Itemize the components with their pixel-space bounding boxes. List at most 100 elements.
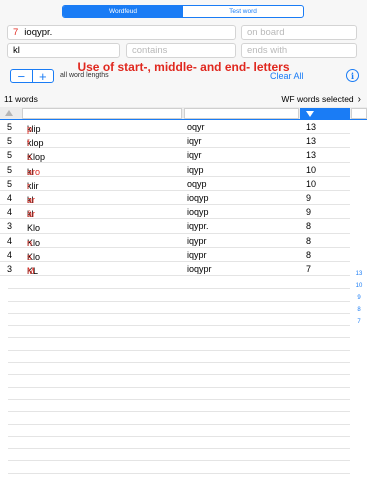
ends-with-placeholder: ends with [247, 45, 288, 56]
on-board-placeholder: on board [247, 27, 285, 38]
word-length: 3 [7, 263, 13, 274]
score-index-item[interactable]: 10 [352, 283, 366, 295]
index-header-cell [351, 108, 367, 119]
word-score: 9 [306, 207, 312, 218]
table-row[interactable]: 4 Klo n iqypr 8 [0, 234, 350, 248]
score-index-item[interactable]: 13 [352, 271, 366, 283]
table-row[interactable]: 4 kl âr ioqyp 9 [0, 205, 350, 220]
tab-wordfeud[interactable]: Wordfeud [63, 6, 183, 17]
score-sort-icon[interactable] [300, 108, 350, 119]
word-length: 4 [7, 192, 13, 203]
score-index-item[interactable]: 7 [352, 319, 366, 331]
word-score: 10 [306, 164, 317, 175]
word-length-label: all word lengths [60, 72, 109, 79]
empty-row [8, 449, 350, 462]
table-row[interactable]: 5 klip p oqyr 13 [0, 120, 350, 135]
empty-row [8, 425, 350, 437]
word-length: 5 [7, 178, 13, 189]
empty-row [8, 400, 350, 413]
starts-with-value: kl [13, 45, 20, 56]
empty-rows [8, 277, 350, 474]
word-score: 13 [306, 150, 317, 161]
remaining-letters: iqyr [187, 150, 202, 161]
remaining-letters: ioqypr [187, 263, 212, 274]
word-length: 5 [7, 122, 13, 132]
letters-input[interactable]: 7 ioqypr. [7, 25, 236, 40]
contains-input[interactable]: contains [126, 43, 236, 58]
search-panel: Wordfeud Test word 7 ioqypr. on board kl… [0, 0, 367, 107]
word-score: 8 [306, 221, 312, 232]
empty-row [8, 363, 350, 376]
rack-filter-cell[interactable] [184, 108, 299, 119]
word-score: 7 [306, 263, 312, 274]
sort-ascending-icon[interactable] [5, 110, 13, 116]
empty-row [8, 302, 350, 314]
starts-with-input[interactable]: kl [7, 43, 120, 58]
empty-row [8, 461, 350, 474]
clear-all-button[interactable]: Clear All [270, 71, 304, 81]
letters-value: ioqypr. [24, 27, 53, 38]
word-filter-cell[interactable] [22, 108, 182, 119]
word-added-letters: ar [27, 194, 36, 205]
table-row[interactable]: 3 Klo iqypr. 8 [0, 219, 350, 234]
results-summary: 11 words WF words selected › [0, 92, 367, 106]
empty-row [8, 437, 350, 450]
increase-length-button[interactable]: + [31, 70, 54, 83]
empty-row [8, 412, 350, 425]
empty-row [8, 277, 350, 290]
word-score: 8 [306, 235, 312, 246]
table-row[interactable]: 3 KL Mioqypr 7 [0, 262, 350, 277]
table-row[interactable]: 4 Klo s iqypr 8 [0, 248, 350, 262]
remaining-letters: ioqyp [187, 192, 209, 203]
word-added-letters: n [27, 237, 33, 248]
remaining-letters: ioqyp [187, 207, 209, 218]
empty-row [8, 351, 350, 364]
remaining-letters: iqypr [187, 249, 207, 260]
table-row[interactable]: 5 klir r oqyp 10 [0, 177, 350, 191]
word-length: 4 [7, 235, 13, 246]
word-score: 9 [306, 192, 312, 203]
word-count: 11 words [4, 94, 38, 104]
word-added-letters: M [27, 265, 35, 276]
table-row[interactable]: 5 kl aro iqyp 10 [0, 163, 350, 177]
word-length-stepper[interactable]: − + [10, 69, 54, 83]
info-icon[interactable]: i [346, 69, 359, 82]
score-index-item[interactable]: 9 [352, 295, 366, 307]
word-length: 4 [7, 249, 13, 260]
word-added-letters: aro [27, 166, 41, 177]
remaining-letters: iqyr [187, 136, 202, 147]
empty-row [8, 326, 350, 339]
decrease-length-button[interactable]: − [11, 70, 32, 83]
word-added-letters: âr [27, 209, 36, 220]
empty-row [8, 314, 350, 327]
empty-row [8, 375, 350, 388]
empty-row [8, 388, 350, 400]
word-prefix: Klo [27, 223, 41, 234]
table-row[interactable]: 4 kl ar ioqyp 9 [0, 191, 350, 206]
chevron-right-icon: › [357, 93, 361, 105]
word-added-letters: s [27, 251, 32, 262]
results-list: 5 klip p oqyr 13 5 klop f iqyr 13 5 Klop s iqyr 13 5 kl a… [0, 120, 350, 277]
score-index-item[interactable]: 8 [352, 307, 366, 319]
remaining-letters: oqyp [187, 178, 207, 189]
word-added-letters: s [27, 152, 32, 163]
word-length: 5 [7, 164, 13, 175]
contains-placeholder: contains [132, 45, 168, 56]
word-score: 8 [306, 249, 312, 260]
tab-test-word[interactable]: Test word [183, 6, 303, 17]
word-added-letters: r [27, 180, 30, 191]
table-row[interactable]: 5 Klop s iqyr 13 [0, 148, 350, 163]
word-length: 4 [7, 207, 13, 218]
word-length: 5 [7, 150, 13, 161]
word-list-selector-label: WF words selected [281, 93, 354, 104]
ends-with-input[interactable]: ends with [241, 43, 357, 58]
remaining-letters: iqypr [187, 235, 207, 246]
remaining-letters: oqyr [187, 122, 205, 132]
empty-row [8, 338, 350, 351]
word-list-selector[interactable]: WF words selected › [281, 94, 361, 105]
mode-segmented-control[interactable]: Wordfeud Test word [62, 5, 304, 18]
remaining-letters: iqypr. [187, 221, 209, 232]
word-score: 13 [306, 122, 317, 132]
on-board-input[interactable]: on board [241, 25, 357, 40]
table-row[interactable]: 5 klop f iqyr 13 [0, 134, 350, 149]
